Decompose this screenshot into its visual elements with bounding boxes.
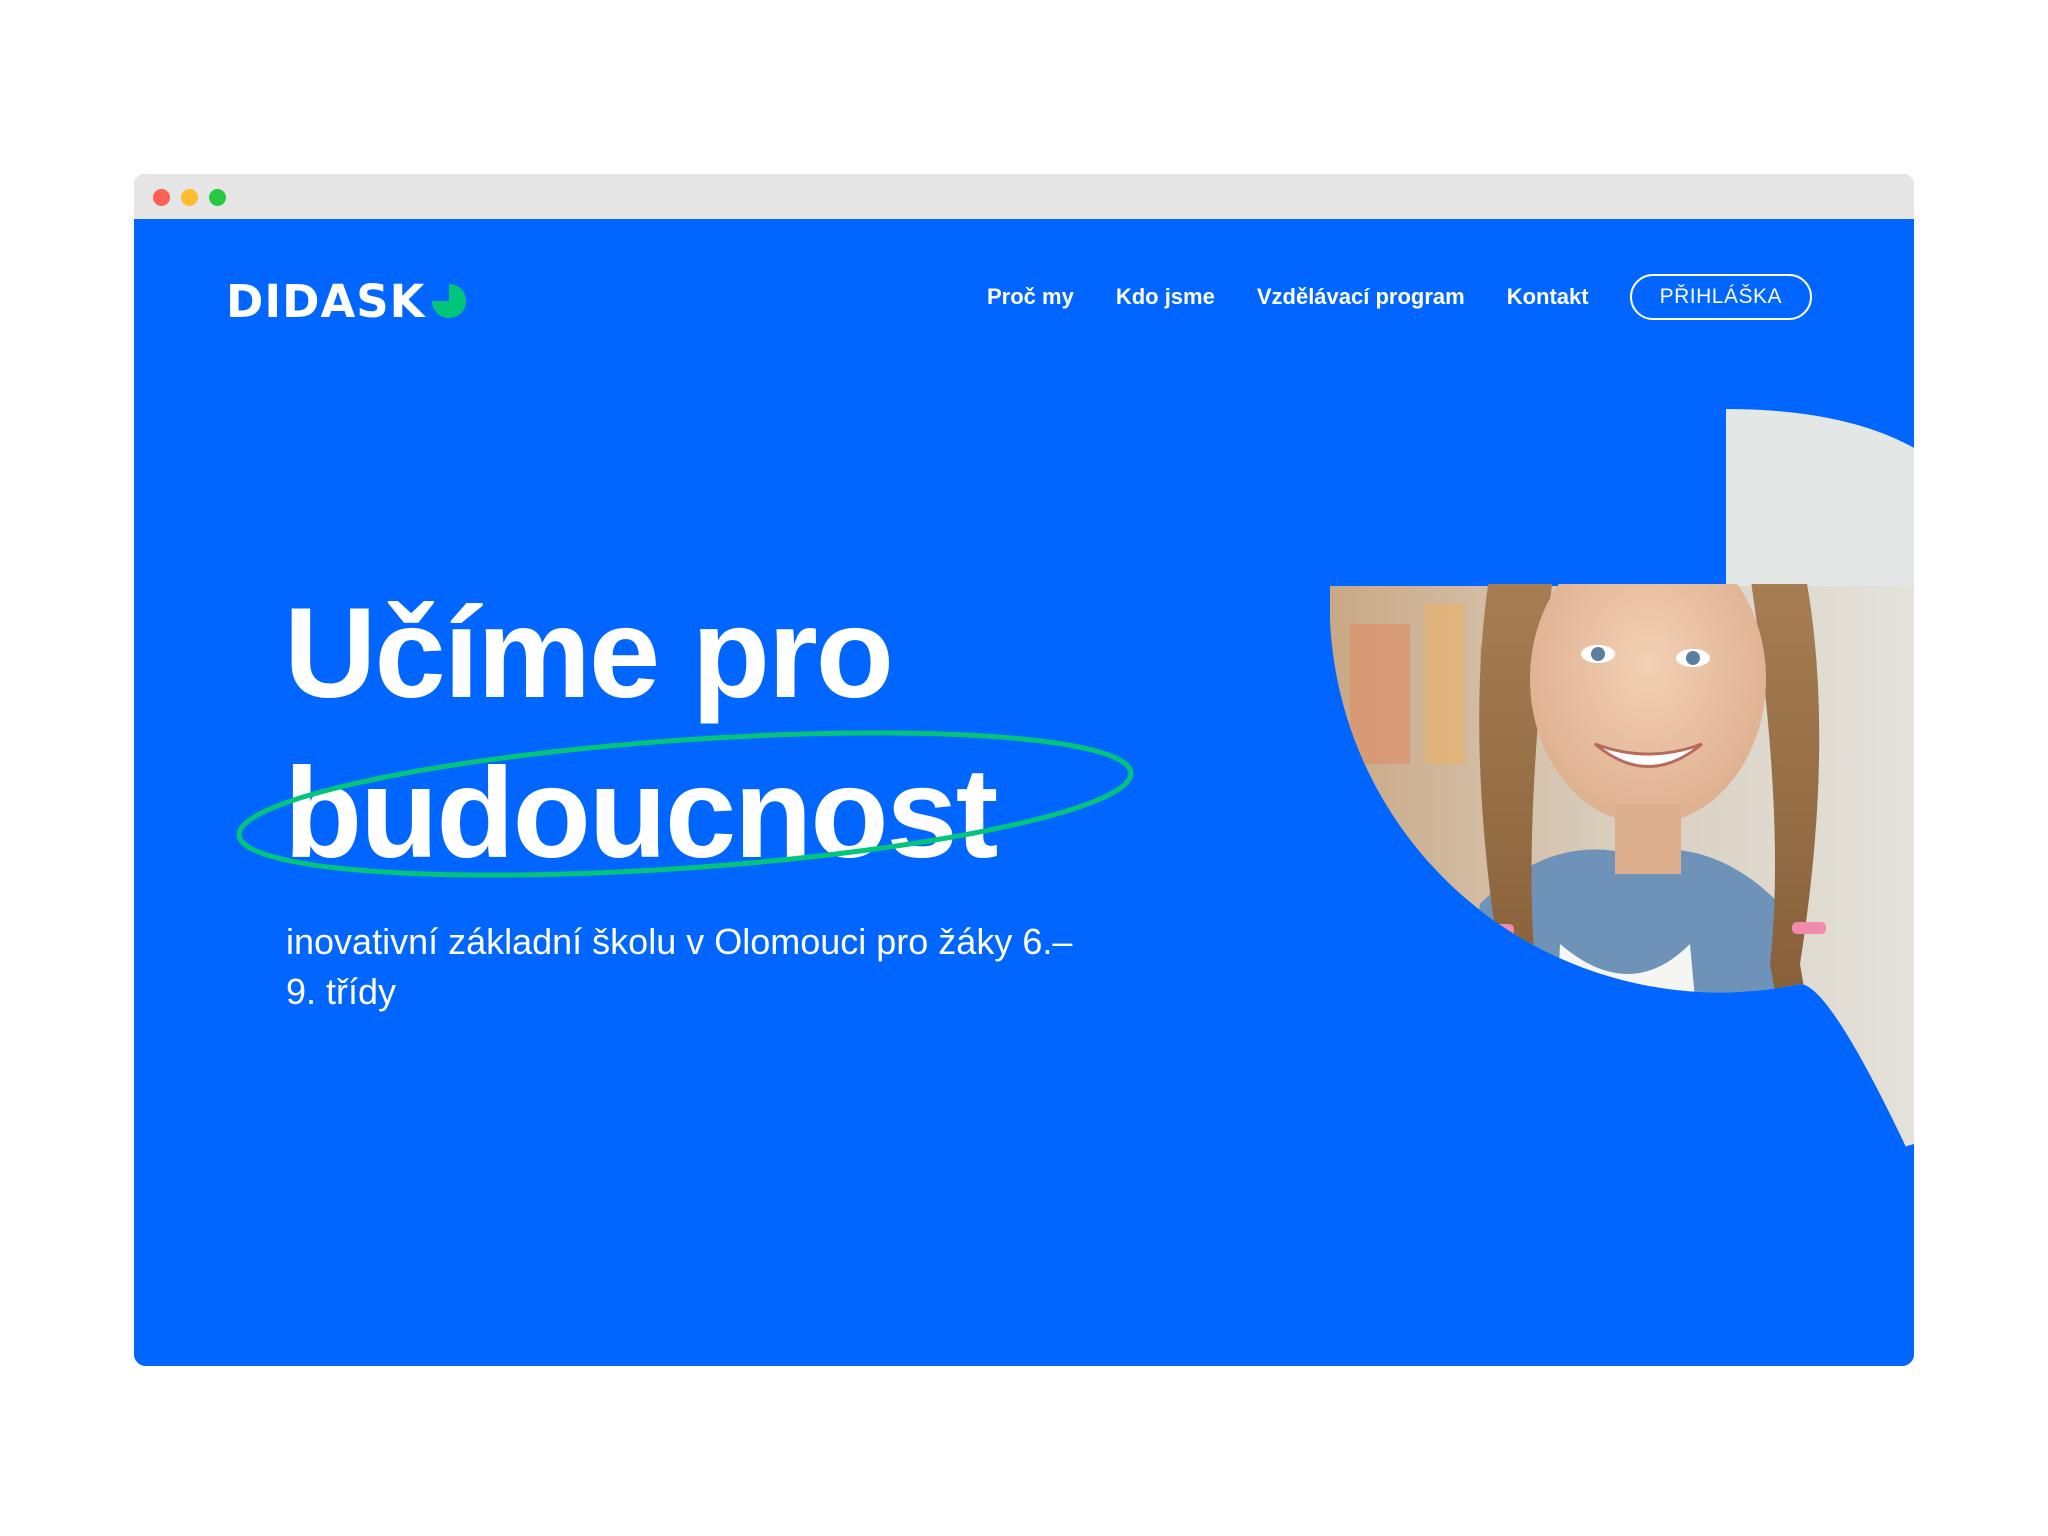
nav-item-proc-my[interactable]: Proč my xyxy=(987,284,1074,310)
hero-title-line-1: Učíme pro xyxy=(284,582,894,725)
hero-page: DIDASK Proč my Kdo jsme Vzdělávací progr… xyxy=(134,219,1914,1366)
main-navigation: Proč my Kdo jsme Vzdělávací program Kont… xyxy=(945,274,1812,320)
logo-text: DIDASK xyxy=(226,274,426,328)
browser-title-bar xyxy=(134,174,1914,219)
maximize-window-icon[interactable] xyxy=(209,189,226,206)
highlight-ellipse-decoration xyxy=(236,730,1134,878)
nav-item-kdo-jsme[interactable]: Kdo jsme xyxy=(1116,284,1215,310)
logo-mark-icon xyxy=(431,283,466,319)
application-button[interactable]: PŘIHLÁŠKA xyxy=(1629,274,1812,320)
site-logo[interactable]: DIDASK xyxy=(226,271,468,331)
browser-window: DIDASK Proč my Kdo jsme Vzdělávací progr… xyxy=(134,174,1914,1366)
decorative-arc-shape xyxy=(1726,409,1914,589)
close-window-icon[interactable] xyxy=(153,189,170,206)
nav-item-kontakt[interactable]: Kontakt xyxy=(1507,284,1589,310)
hero-subtitle: inovativní základní školu v Olomouci pro… xyxy=(286,921,1073,1012)
minimize-window-icon[interactable] xyxy=(181,189,198,206)
student-photo xyxy=(1330,584,1914,1164)
nav-item-vzdelavaci-program[interactable]: Vzdělávací program xyxy=(1257,284,1465,310)
